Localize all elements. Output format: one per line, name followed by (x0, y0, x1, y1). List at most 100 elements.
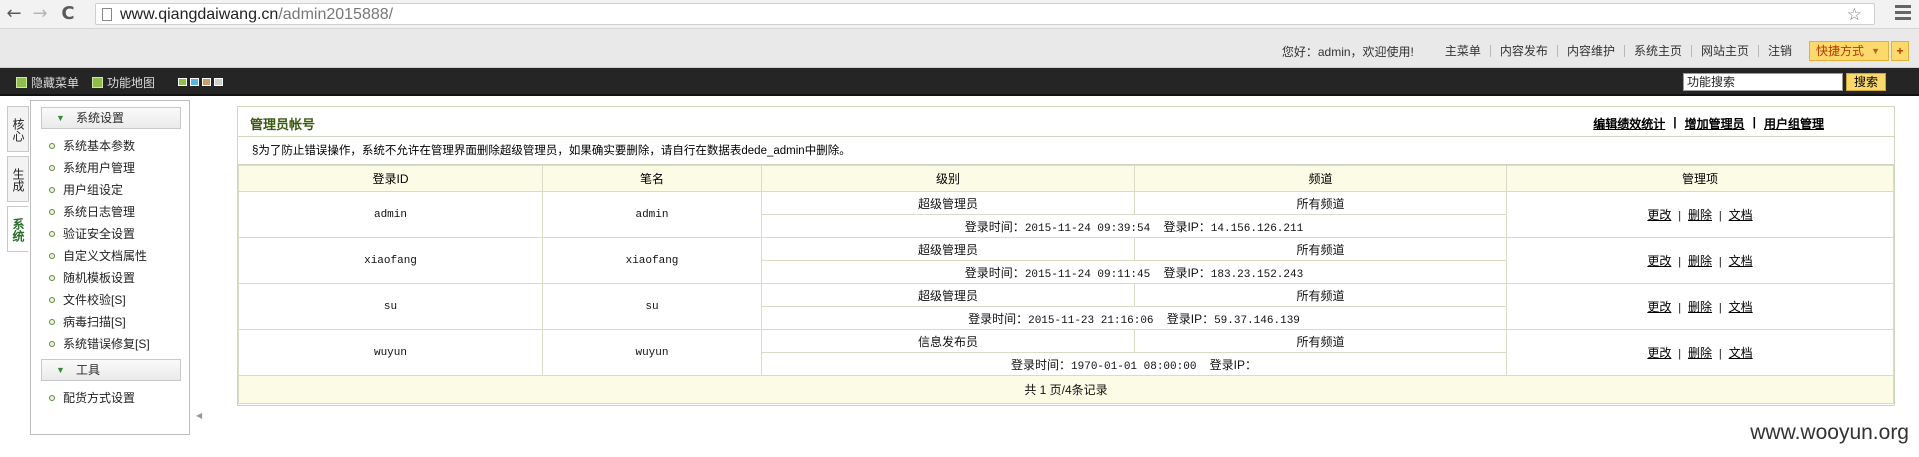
hide-menu-link[interactable]: 隐藏菜单 (16, 74, 79, 91)
nav-content-publish[interactable]: 内容发布 (1489, 45, 1557, 57)
sidebar-item[interactable]: 病毒扫描[S] (49, 311, 189, 333)
op-separator: | (1676, 349, 1683, 361)
sidebar-item-label: 系统用户管理 (63, 161, 136, 175)
skin-swatches (178, 78, 226, 86)
cell-channel: 所有频道 (1134, 329, 1507, 353)
cell-login-id: admin (238, 191, 543, 238)
sidebar: ▼ 系统设置 系统基本参数 系统用户管理 用户组设定 系统日志管理 验证安全设置… (30, 100, 190, 435)
page-icon (102, 8, 112, 21)
delete-link[interactable]: 删除 (1688, 346, 1712, 360)
table-header-row: 登录ID 笔名 级别 频道 管理项 (238, 165, 1894, 192)
login-ip-label: 登录IP： (1163, 219, 1211, 234)
skin-swatch-green[interactable] (178, 78, 187, 86)
collapse-triangle-icon: ▼ (56, 365, 65, 375)
function-search-input[interactable]: 功能搜索 (1683, 73, 1843, 91)
sidebar-item[interactable]: 系统错误修复[S] (49, 333, 189, 355)
documents-link[interactable]: 文档 (1729, 300, 1753, 314)
back-icon[interactable]: ← (4, 4, 24, 24)
address-bar[interactable]: www.qiangdaiwang.cn/admin2015888/ ☆ (95, 3, 1875, 25)
sidebar-item[interactable]: 验证安全设置 (49, 223, 189, 245)
sidebar-group-tools[interactable]: ▼ 工具 (41, 359, 181, 381)
vertical-tabs: 核心 生成 系统 (7, 106, 31, 256)
dropdown-caret-icon: ▼ (1871, 46, 1880, 56)
nav-site-home[interactable]: 网站主页 (1690, 45, 1758, 57)
cell-channel: 所有频道 (1134, 283, 1507, 307)
function-map-label: 功能地图 (107, 76, 156, 90)
nav-system-home[interactable]: 系统主页 (1623, 45, 1691, 57)
sidebar-item[interactable]: 文件校验[S] (49, 289, 189, 311)
reload-icon[interactable]: C (58, 4, 78, 24)
url-host: www.qiangdaiwang.cn (120, 6, 279, 23)
cell-level: 信息发布员 (761, 329, 1135, 353)
edit-link[interactable]: 更改 (1647, 346, 1671, 360)
sidebar-item[interactable]: 随机模板设置 (49, 267, 189, 289)
cell-channel: 所有频道 (1134, 191, 1507, 215)
sidebar-item[interactable]: 系统日志管理 (49, 201, 189, 223)
sidebar-item[interactable]: 系统用户管理 (49, 157, 189, 179)
add-shortcut-button[interactable]: + (1891, 41, 1909, 61)
cell-login-id: xiaofang (238, 237, 543, 284)
dark-toolbar: 隐藏菜单 功能地图 功能搜索 搜索 (0, 68, 1919, 96)
quick-shortcuts-label: 快捷方式 (1816, 44, 1865, 58)
sidebar-item-label: 随机模板设置 (63, 271, 136, 285)
table-row: admin admin 超级管理员 所有频道 更改 | 删除 | 文档 (238, 191, 1894, 238)
delete-link[interactable]: 删除 (1688, 208, 1712, 222)
admin-table: 登录ID 笔名 级别 频道 管理项 admin admin 超级管理员 所有频道… (238, 165, 1894, 404)
browser-menu-icon[interactable] (1895, 5, 1911, 23)
search-button[interactable]: 搜索 (1846, 73, 1886, 91)
function-map-link[interactable]: 功能地图 (92, 74, 155, 91)
user-group-manage-link[interactable]: 用户组管理 (1764, 115, 1824, 132)
add-admin-link[interactable]: 增加管理员 (1685, 115, 1745, 132)
quick-shortcuts-button[interactable]: 快捷方式 ▼ (1809, 41, 1889, 61)
bullet-icon (49, 231, 55, 237)
login-time-label: 登录时间： (964, 265, 1025, 280)
sidebar-item-label: 自定义文档属性 (63, 249, 148, 263)
documents-link[interactable]: 文档 (1729, 346, 1753, 360)
delete-link[interactable]: 删除 (1688, 254, 1712, 268)
col-header-pen-name: 笔名 (542, 165, 762, 192)
vtab-system[interactable]: 系统 (7, 206, 29, 252)
skin-swatch-blue[interactable] (190, 78, 199, 86)
table-footer-row: 共 1 页/4条记录 (238, 375, 1894, 404)
skin-swatch-brown[interactable] (202, 78, 211, 86)
edit-performance-stats-link[interactable]: 编辑绩效统计 (1593, 115, 1665, 132)
sidebar-item[interactable]: 配货方式设置 (49, 387, 189, 409)
skin-swatch-grey[interactable] (214, 78, 223, 86)
login-ip-label: 登录IP： (1166, 311, 1215, 326)
url-text: www.qiangdaiwang.cn/admin2015888/ (120, 5, 393, 25)
sidebar-splitter-icon[interactable]: ◀ (196, 411, 202, 420)
cell-login-id: su (238, 283, 543, 330)
op-separator: | (1717, 303, 1724, 315)
cell-login-info: 登录时间：2015-11-23 21:16:06 登录IP：59.37.146.… (761, 306, 1507, 330)
nav-logout[interactable]: 注销 (1757, 45, 1801, 57)
nav-content-maintain[interactable]: 内容维护 (1556, 45, 1624, 57)
sidebar-group-title: 系统设置 (76, 111, 125, 125)
sidebar-group-system-settings[interactable]: ▼ 系统设置 (41, 107, 181, 129)
cell-login-info: 登录时间：1970-01-01 08:00:00 登录IP： (761, 352, 1507, 376)
cell-actions: 更改 | 删除 | 文档 (1506, 329, 1894, 376)
bookmark-star-icon[interactable]: ☆ (1847, 5, 1862, 25)
edit-link[interactable]: 更改 (1647, 208, 1671, 222)
bullet-icon (49, 143, 55, 149)
cell-login-info: 登录时间：2015-11-24 09:11:45 登录IP：183.23.152… (761, 260, 1507, 284)
op-separator: | (1717, 211, 1724, 223)
sidebar-item[interactable]: 用户组设定 (49, 179, 189, 201)
sidebar-item[interactable]: 自定义文档属性 (49, 245, 189, 267)
forward-icon[interactable]: → (30, 4, 50, 24)
edit-link[interactable]: 更改 (1647, 300, 1671, 314)
sidebar-item[interactable]: 系统基本参数 (49, 135, 189, 157)
documents-link[interactable]: 文档 (1729, 254, 1753, 268)
bullet-icon (49, 165, 55, 171)
link-separator: | (1752, 115, 1756, 129)
sidebar-item-label: 系统日志管理 (63, 205, 136, 219)
vtab-generate[interactable]: 生成 (7, 156, 29, 202)
documents-link[interactable]: 文档 (1729, 208, 1753, 222)
nav-main-menu[interactable]: 主菜单 (1436, 45, 1490, 57)
cell-channel: 所有频道 (1134, 237, 1507, 261)
delete-link[interactable]: 删除 (1688, 300, 1712, 314)
col-header-channel: 频道 (1134, 165, 1507, 192)
vtab-core[interactable]: 核心 (7, 106, 29, 152)
edit-link[interactable]: 更改 (1647, 254, 1671, 268)
login-ip-label: 登录IP： (1163, 265, 1211, 280)
login-time: 2015-11-23 21:16:06 (1028, 314, 1154, 327)
